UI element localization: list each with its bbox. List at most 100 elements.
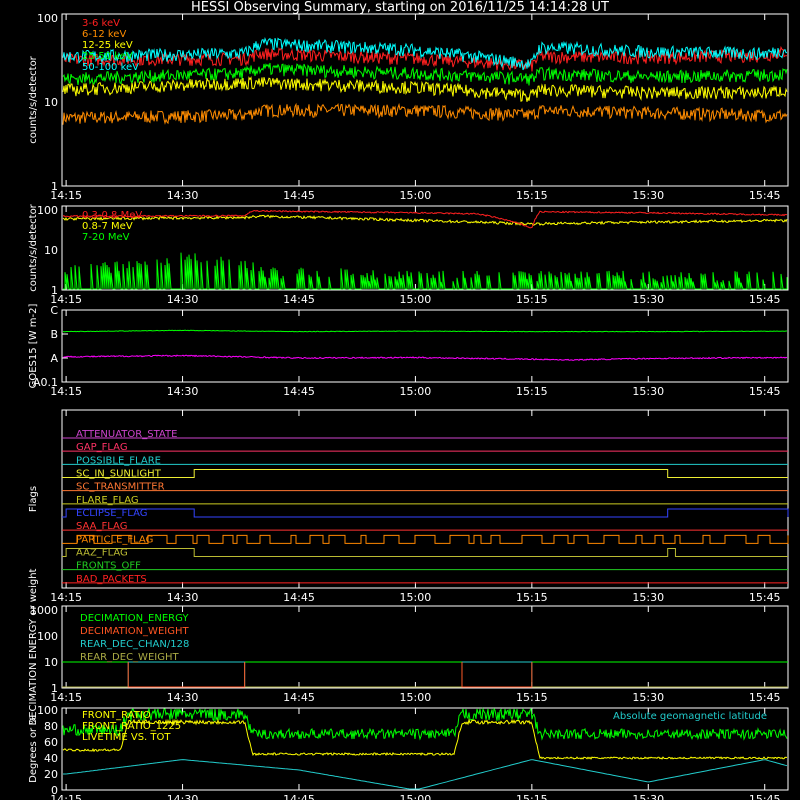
flag-line bbox=[62, 469, 788, 478]
legend-entry: 7-20 MeV bbox=[82, 232, 130, 243]
flag-label: GAP_FLAG bbox=[76, 442, 128, 453]
legend-entry: 3-6 keV bbox=[82, 18, 120, 29]
flag-label: POSSIBLE_FLARE bbox=[76, 455, 161, 466]
series-line-2 bbox=[62, 76, 788, 102]
y-tick-label: 60 bbox=[44, 736, 58, 749]
time-tick-label: 15:00 bbox=[400, 793, 432, 800]
time-tick-label: 15:30 bbox=[632, 591, 664, 604]
legend-entry: REAR_DEC_CHAN/128 bbox=[80, 639, 189, 650]
series-line-1 bbox=[63, 354, 788, 361]
time-tick-label: 15:45 bbox=[749, 691, 781, 704]
time-tick-label: 15:00 bbox=[400, 591, 432, 604]
flag-line bbox=[62, 534, 789, 544]
panel-3: 14:15 14:30 14:45 15:00 15:15 15:30 15:45 Flags… bbox=[28, 409, 789, 604]
time-tick-label: 15:00 bbox=[400, 385, 432, 398]
y-tick-label: 10 bbox=[44, 656, 58, 669]
time-tick-label: 14:30 bbox=[167, 793, 199, 800]
time-tick-label: 14:30 bbox=[167, 293, 199, 306]
flag-label: FRONTS_OFF bbox=[76, 561, 141, 572]
legend-entry: 25-50 keV bbox=[82, 51, 133, 62]
time-tick-label: 15:15 bbox=[516, 591, 548, 604]
series-line-1 bbox=[461, 662, 533, 688]
series-line-3 bbox=[62, 62, 788, 86]
legend-entry: FRONT_RATIO bbox=[82, 710, 151, 721]
time-tick-label: 14:30 bbox=[167, 591, 199, 604]
time-tick-label: 15:45 bbox=[749, 189, 781, 202]
time-tick-label: 14:45 bbox=[283, 293, 315, 306]
y-tick-label: 10 bbox=[44, 96, 58, 109]
y-axis-label: Degrees or % bbox=[28, 715, 39, 783]
y-tick-label: A0.1 bbox=[33, 376, 58, 389]
time-tick-label: 14:45 bbox=[283, 793, 315, 800]
time-tick-label: 14:30 bbox=[167, 385, 199, 398]
flag-label: SC_IN_SUNLIGHT bbox=[76, 469, 162, 480]
panel-frame bbox=[61, 13, 789, 187]
time-tick-label: 14:45 bbox=[283, 691, 315, 704]
flag-label: PARTICLE_FLAG bbox=[76, 534, 153, 545]
flag-label: ATTENUATOR_STATE bbox=[76, 429, 177, 440]
y-tick-label: 0 bbox=[51, 784, 58, 797]
legend-entry: 50-100 keV bbox=[82, 62, 139, 73]
flag-label: FLARE_FLAG bbox=[76, 495, 139, 506]
series-line-1 bbox=[127, 662, 246, 688]
panel-frame bbox=[61, 309, 789, 383]
flag-label: SC_TRANSMITTER bbox=[76, 482, 165, 493]
time-tick-label: 15:00 bbox=[400, 691, 432, 704]
series-line-1 bbox=[62, 102, 788, 125]
y-tick-label: 100 bbox=[37, 204, 58, 217]
y-tick-label: 1 bbox=[51, 682, 58, 695]
time-tick-label: 14:30 bbox=[167, 189, 199, 202]
panel-1: 14:15 14:30 14:45 15:00 15:15 15:30 15:45count… bbox=[28, 203, 789, 306]
legend-entry: 0.8-7 MeV bbox=[82, 221, 133, 232]
time-tick-label: 15:15 bbox=[516, 189, 548, 202]
y-tick-label: A bbox=[50, 352, 58, 365]
legend-entry: 6-12 keV bbox=[82, 29, 126, 40]
legend-entry: REAR_DEC_WEIGHT bbox=[80, 652, 179, 663]
series-line-0 bbox=[62, 329, 787, 333]
time-tick-label: 15:30 bbox=[632, 691, 664, 704]
flag-line bbox=[62, 548, 788, 557]
legend-entry: DECIMATION_WEIGHT bbox=[80, 626, 189, 637]
observing-summary-plot: 14:15 14:30 14:45 15:00 15:15 15:30 15:45 count… bbox=[28, 12, 789, 800]
time-tick-label: 15:30 bbox=[632, 293, 664, 306]
series-line-2 bbox=[63, 252, 788, 290]
y-tick-label: 10 bbox=[44, 244, 58, 257]
y-tick-label: 100 bbox=[37, 630, 58, 643]
time-tick-label: 15:45 bbox=[749, 293, 781, 306]
time-tick-label: 15:30 bbox=[632, 793, 664, 800]
series-line-3 bbox=[63, 759, 788, 790]
y-tick-label: 100 bbox=[37, 704, 58, 717]
flag-label: SAA_FLAG bbox=[76, 521, 127, 532]
y-tick-label: 1 bbox=[51, 180, 58, 193]
time-tick-label: 15:15 bbox=[516, 793, 548, 800]
y-axis-label: Flags bbox=[28, 486, 39, 512]
legend-entry: 12-25 keV bbox=[82, 40, 133, 51]
panel-0: 14:15 14:30 14:45 15:00 15:15 15:30 15:45count… bbox=[28, 12, 789, 202]
flag-label: AAZ_FLAG bbox=[76, 548, 128, 559]
time-tick-label: 15:30 bbox=[632, 189, 664, 202]
series-line-1 bbox=[62, 214, 788, 226]
series-line-2 bbox=[127, 661, 246, 687]
flag-label: BAD_PACKETS bbox=[76, 574, 147, 585]
time-tick-label: 15:00 bbox=[400, 189, 432, 202]
series-line-0 bbox=[62, 209, 788, 229]
legend-entry: DECIMATION_ENERGY bbox=[80, 613, 189, 624]
time-tick-label: 15:30 bbox=[632, 385, 664, 398]
legend-entry: LIVETIME VS. TOT bbox=[82, 732, 171, 743]
y-tick-label: 20 bbox=[44, 768, 58, 781]
time-tick-label: 14:30 bbox=[167, 691, 199, 704]
time-tick-label: 15:45 bbox=[749, 793, 781, 800]
y-tick-label: B bbox=[50, 328, 58, 341]
time-tick-label: 15:00 bbox=[400, 293, 432, 306]
y-tick-label: 40 bbox=[44, 752, 58, 765]
y-tick-label: 1 bbox=[51, 284, 58, 297]
flag-label: ECLIPSE_FLAG bbox=[76, 508, 147, 519]
time-tick-label: 14:15 bbox=[50, 591, 82, 604]
y-tick-label: 1000 bbox=[30, 604, 58, 617]
panel-5: 14:15 14:30 14:45 15:00 15:15 15:30 15:45Degre… bbox=[28, 704, 789, 800]
y-axis-label: DECIMATION ENERGY or weight bbox=[28, 568, 39, 725]
flag-line bbox=[62, 508, 789, 518]
time-tick-label: 15:15 bbox=[516, 385, 548, 398]
time-tick-label: 14:45 bbox=[283, 189, 315, 202]
time-tick-label: 15:45 bbox=[749, 591, 781, 604]
